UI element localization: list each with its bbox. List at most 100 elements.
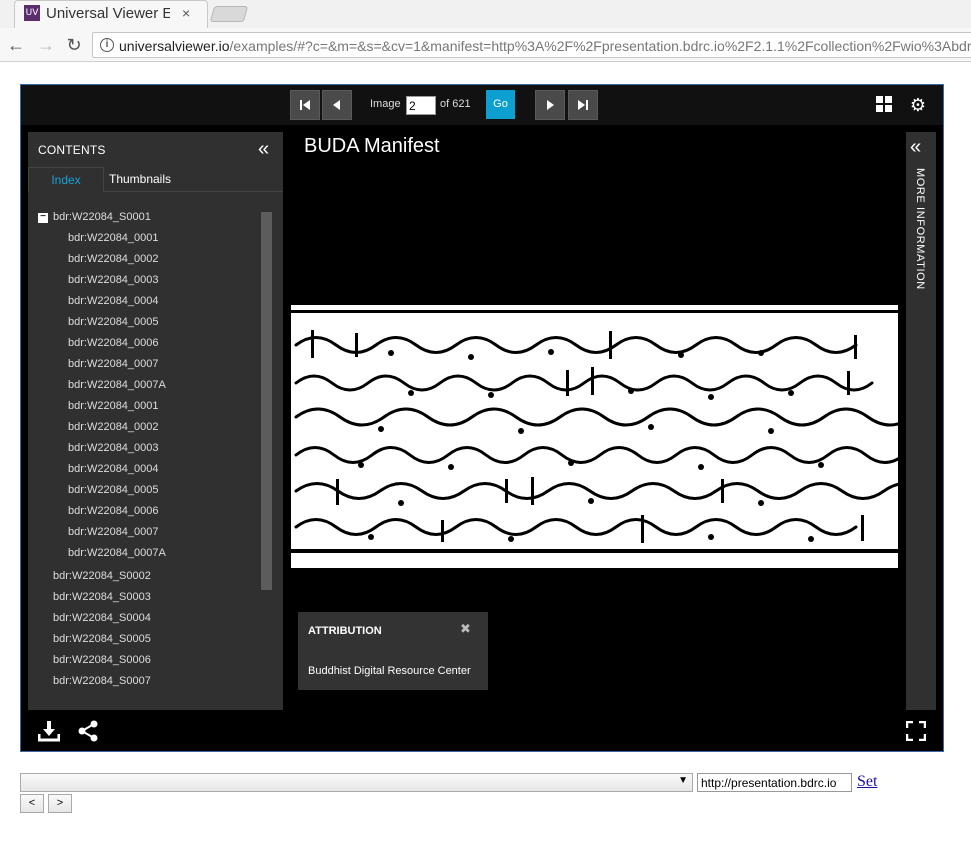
tree-item-label: bdr:W22084_0006 [68,337,159,349]
prev-button[interactable]: < [20,794,44,813]
tree-item[interactable]: bdr:W22084_0003 [68,442,159,454]
last-page-button[interactable] [568,90,598,120]
first-page-button[interactable] [290,90,320,120]
contents-panel: CONTENTS « Index Thumbnails bdr:W22084_S… [28,132,283,710]
tree-item-label: bdr:W22084_0004 [68,295,159,307]
attribution-title: ATTRIBUTION [308,625,382,637]
collapse-left-icon[interactable]: « [258,138,269,161]
reload-icon[interactable]: ↻ [64,35,84,55]
manifest-title: BUDA Manifest [304,135,440,157]
tree-item[interactable]: bdr:W22084_0004 [68,295,159,307]
url-text: universalviewer.io/examples/#?c=&m=&s=&c… [119,38,971,54]
tree-scrollbar[interactable] [261,212,272,590]
address-bar[interactable]: i universalviewer.io/examples/#?c=&m=&s=… [92,32,971,58]
more-information-label[interactable]: MORE INFORMATION [914,168,926,290]
tree-item[interactable]: bdr:W22084_S0006 [53,654,151,666]
tree-item[interactable]: bdr:W22084_0007 [68,358,159,370]
tree-item-label: bdr:W22084_0002 [68,421,159,433]
tree-item-label: bdr:W22084_S0001 [53,211,151,223]
tree-item[interactable]: bdr:W22084_0003 [68,274,159,286]
contents-title: CONTENTS [38,143,106,157]
first-page-icon [300,100,310,110]
fullscreen-icon[interactable] [905,720,927,747]
tree-item[interactable]: bdr:W22084_S0004 [53,612,151,624]
tree-item-label: bdr:W22084_0007A [68,379,166,391]
attribution-dialog: ATTRIBUTION ✖ Buddhist Digital Resource … [298,612,488,690]
new-tab-button[interactable] [209,6,249,22]
tree-item-label: bdr:W22084_0001 [68,232,159,244]
tree-item[interactable]: bdr:W22084_0002 [68,253,159,265]
tab-index[interactable]: Index [28,167,104,192]
page-number-input[interactable] [406,96,436,115]
tab-title: Universal Viewer Exa [46,5,170,22]
settings-gear-icon[interactable]: ⚙ [908,95,928,115]
tree-item-label: bdr:W22084_S0003 [53,591,151,603]
forward-arrow-icon[interactable]: → [36,35,56,55]
tree-item[interactable]: bdr:W22084_0004 [68,463,159,475]
viewer-header: Image of 621 Go ⚙ [21,85,943,125]
tree-item-label: bdr:W22084_0007 [68,526,159,538]
manifest-select[interactable]: ▼ [20,773,693,792]
attribution-text: Buddhist Digital Resource Center [308,665,471,677]
share-icon[interactable] [77,720,99,748]
tree-item-label: bdr:W22084_S0004 [53,612,151,624]
back-arrow-icon[interactable]: ← [6,35,26,55]
tree-item-label: bdr:W22084_0004 [68,463,159,475]
tree-item[interactable]: bdr:W22084_0005 [68,316,159,328]
gallery-grid-icon[interactable] [874,95,894,115]
tree-item-label: bdr:W22084_0001 [68,400,159,412]
tree-item[interactable]: bdr:W22084_0001 [68,400,159,412]
tree-item[interactable]: bdr:W22084_0006 [68,505,159,517]
contents-tabs: Index Thumbnails [28,167,283,192]
universal-viewer: Image of 621 Go ⚙ CONTENTS « Index Thumb… [20,84,944,752]
manifest-url-input[interactable] [697,773,852,792]
browser-toolbar: ← → ↻ i universalviewer.io/examples/#?c=… [0,28,971,62]
download-icon[interactable] [37,720,61,748]
tab-thumbnails[interactable]: Thumbnails [104,167,176,192]
tree-item[interactable]: bdr:W22084_0007A [68,547,166,559]
prev-icon [333,100,340,110]
tree-item[interactable]: bdr:W22084_S0002 [53,570,151,582]
tree-item-label: bdr:W22084_0003 [68,442,159,454]
next-button[interactable]: > [48,794,72,813]
set-link[interactable]: Set [857,773,877,791]
last-page-icon [578,100,588,110]
tree-item-label: bdr:W22084_S0006 [53,654,151,666]
tree-item[interactable]: bdr:W22084_S0007 [53,675,151,687]
tree-item-label: bdr:W22084_0006 [68,505,159,517]
tree-item-label: bdr:W22084_S0005 [53,633,151,645]
tree-item-label: bdr:W22084_0005 [68,484,159,496]
tree-item[interactable]: bdr:W22084_0005 [68,484,159,496]
info-icon[interactable]: i [100,38,114,52]
tree-item-label: bdr:W22084_0005 [68,316,159,328]
tree-item-label: bdr:W22084_S0007 [53,675,151,687]
dropdown-arrow-icon: ▼ [678,775,688,786]
tree-item[interactable]: bdr:W22084_0007 [68,526,159,538]
tree-item[interactable]: bdr:W22084_0006 [68,337,159,349]
go-button[interactable]: Go [486,90,515,119]
prev-page-button[interactable] [322,90,352,120]
expand-right-icon[interactable]: « [910,136,921,159]
close-icon[interactable]: ✖ [460,621,471,637]
tree-item-label: bdr:W22084_0007A [68,547,166,559]
tree-item-label: bdr:W22084_S0002 [53,570,151,582]
tree-item[interactable]: bdr:W22084_0002 [68,421,159,433]
close-tab-icon[interactable]: × [182,5,190,21]
page-count-label: of 621 [440,98,471,110]
browser-tabstrip: UV Universal Viewer Exa × [0,0,971,28]
tree-item[interactable]: bdr:W22084_S0005 [53,633,151,645]
next-page-button[interactable] [535,90,565,120]
image-label: Image [370,98,401,110]
tree-item-label: bdr:W22084_0002 [68,253,159,265]
tree-item[interactable]: bdr:W22084_S0003 [53,591,151,603]
manuscript-image[interactable] [291,305,898,568]
tree-item[interactable]: bdr:W22084_0001 [68,232,159,244]
tree-item[interactable]: bdr:W22084_S0001 [53,211,151,223]
tree-item-label: bdr:W22084_0007 [68,358,159,370]
collapse-tree-icon[interactable]: − [38,212,48,223]
more-information-panel[interactable]: « MORE INFORMATION [906,132,936,710]
tree-item[interactable]: bdr:W22084_0007A [68,379,166,391]
tree-item-label: bdr:W22084_0003 [68,274,159,286]
favicon-icon: UV [24,5,40,21]
next-icon [547,100,554,110]
